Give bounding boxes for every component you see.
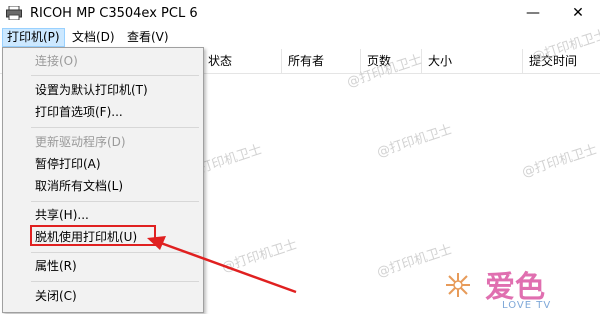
logo-flower-icon	[443, 270, 473, 303]
logo-subtitle: LOVE TV	[502, 300, 552, 311]
